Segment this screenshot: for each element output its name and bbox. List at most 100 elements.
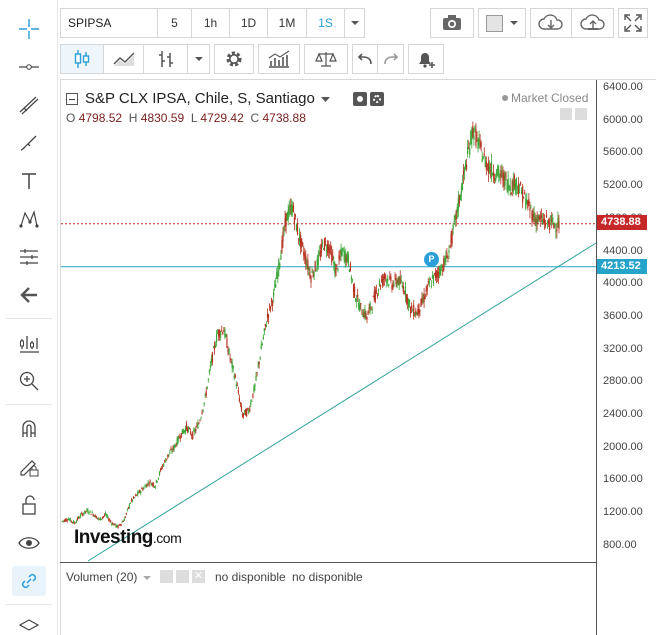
candle-body	[183, 430, 186, 432]
price-tick-label: 4400.00	[603, 244, 643, 257]
candle-body	[443, 257, 445, 271]
candle-body	[228, 348, 230, 354]
collapse-legend-icon[interactable]	[66, 93, 78, 105]
candle-body	[505, 175, 507, 177]
candle-body	[62, 520, 64, 522]
candle-body	[392, 282, 394, 289]
candle-body	[161, 468, 163, 470]
scroll-left-icon[interactable]	[560, 108, 572, 120]
candle-body	[530, 206, 532, 208]
candle-body	[181, 429, 183, 435]
candle-body	[534, 218, 536, 225]
chevron-down-icon[interactable]	[321, 96, 331, 103]
candle-body	[268, 305, 271, 307]
candle-body	[544, 222, 547, 226]
candle-body	[438, 272, 440, 278]
candle-body	[434, 272, 437, 279]
candle-body	[198, 423, 200, 425]
candle-body	[302, 242, 304, 246]
candle-body	[155, 480, 158, 483]
price-tick-label: 3200.00	[603, 342, 643, 355]
candle-body	[291, 205, 293, 213]
candle-body	[273, 292, 275, 297]
candle-body	[226, 338, 228, 348]
candle-body	[508, 185, 510, 190]
candle-body	[111, 523, 113, 525]
candle-body	[478, 138, 480, 146]
trend-line[interactable]	[87, 242, 597, 562]
candle-body	[218, 329, 220, 337]
candle-body	[235, 384, 237, 386]
settings-toggle-icon[interactable]	[370, 92, 384, 106]
candle-body	[190, 431, 192, 435]
scroll-right-icon[interactable]	[575, 108, 587, 120]
candle-body	[399, 276, 401, 284]
candle-body	[490, 161, 493, 177]
candle-body	[199, 420, 201, 422]
price-tick-label: 2000.00	[603, 440, 643, 453]
eye-toggle-icon[interactable]	[160, 570, 173, 583]
candle-body	[169, 451, 171, 454]
candle-body	[86, 509, 88, 511]
candle-body	[266, 314, 269, 317]
eye-toggle-icon[interactable]	[353, 92, 367, 106]
candle-body	[403, 292, 405, 294]
candle-body	[347, 254, 349, 265]
chevron-down-icon[interactable]	[142, 575, 151, 581]
candle-body	[104, 512, 107, 515]
candle-body	[330, 244, 332, 250]
candle-body	[394, 275, 396, 277]
candle-body	[352, 284, 355, 293]
candle-body	[433, 273, 436, 274]
close-icon[interactable]: ✕	[192, 570, 205, 583]
candle-body	[80, 514, 82, 517]
candle-body	[397, 279, 399, 284]
candle-body	[521, 190, 523, 194]
candle-body	[388, 284, 390, 286]
event-marker[interactable]: P	[424, 252, 439, 267]
candle-body	[125, 513, 127, 514]
candle-body	[297, 238, 300, 240]
candle-body	[535, 217, 537, 226]
candle-body	[518, 192, 521, 193]
ohlc-values: O 4798.52 H 4830.59 L 4729.42 C 4738.88	[66, 111, 306, 125]
candle-body	[355, 298, 357, 301]
candle-body	[540, 214, 542, 218]
candle-body	[500, 170, 502, 178]
candle-body	[138, 491, 140, 494]
candle-body	[149, 480, 151, 482]
candle-body	[81, 513, 83, 514]
candle-body	[453, 221, 455, 222]
candle-body	[301, 238, 303, 246]
candle-body	[244, 410, 246, 412]
candle-body	[436, 272, 439, 276]
candle-body	[95, 516, 97, 519]
candle-body	[171, 451, 173, 452]
candle-body	[92, 513, 94, 516]
candle-body	[222, 332, 224, 335]
candle-body	[215, 334, 218, 343]
candle-body	[400, 280, 402, 282]
candle-body	[476, 134, 478, 136]
candle-body	[513, 175, 515, 187]
candle-body	[90, 514, 92, 515]
candle-body	[227, 349, 229, 353]
candle-body	[89, 510, 91, 512]
candle-body	[180, 432, 182, 438]
candle-body	[298, 234, 301, 242]
candle-body	[202, 409, 204, 411]
candle-body	[148, 483, 150, 485]
settings-toggle-icon[interactable]	[176, 570, 189, 583]
candle-body	[470, 131, 472, 145]
candle-body	[452, 224, 454, 230]
candle-body	[84, 510, 86, 514]
candle-body	[549, 224, 551, 231]
price-tick-label: 5200.00	[603, 179, 643, 192]
candle-body	[380, 279, 383, 282]
candle-body	[328, 245, 330, 252]
candle-body	[475, 128, 477, 146]
line-price-badge: 4213.52	[597, 259, 647, 274]
candle-body	[517, 183, 520, 194]
candle-body	[369, 303, 371, 311]
candle-body	[498, 169, 500, 178]
